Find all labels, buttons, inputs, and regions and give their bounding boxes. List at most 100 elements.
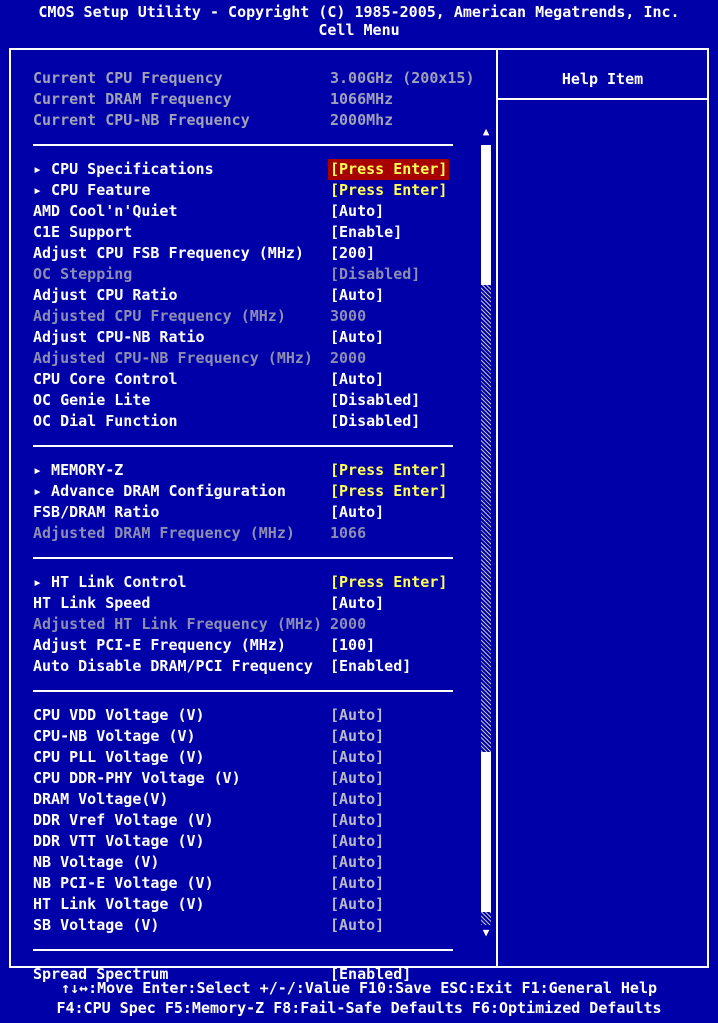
setting-value: [Auto]	[330, 727, 385, 745]
setting-row: DDR Vref Voltage (V) [Auto]	[33, 810, 473, 831]
setting-row[interactable]: ▸ MEMORY-Z [Press Enter]	[33, 460, 473, 481]
setting-label: Adjust PCI-E Frequency (MHz)	[33, 636, 286, 654]
separator	[33, 557, 453, 559]
setting-row[interactable]: Adjust CPU Ratio [Auto]	[33, 285, 473, 306]
setting-label: ▸ HT Link Control	[33, 573, 187, 591]
setting-value[interactable]: [Enabled]	[330, 656, 411, 677]
setting-row[interactable]: CPU Core Control [Auto]	[33, 369, 473, 390]
setting-value: 2000	[330, 615, 367, 633]
setting-label: C1E Support	[33, 223, 133, 241]
setting-label: Adjusted CPU Frequency (MHz)	[33, 307, 286, 325]
info-value: 3.00GHz (200x15)	[330, 69, 475, 87]
setting-label: CPU DDR-PHY Voltage (V)	[33, 769, 241, 787]
setting-value[interactable]: [Disabled]	[330, 411, 420, 432]
setting-value[interactable]: [Disabled]	[330, 390, 420, 411]
setting-value: [Auto]	[330, 790, 385, 808]
setting-row[interactable]: Adjust PCI-E Frequency (MHz) [100]	[33, 635, 473, 656]
setting-value[interactable]: [Press Enter]	[330, 572, 447, 593]
setting-row: NB Voltage (V) [Auto]	[33, 852, 473, 873]
setting-row: CPU VDD Voltage (V) [Auto]	[33, 705, 473, 726]
info-value: 2000Mhz	[330, 111, 394, 129]
info-group: Current CPU Frequency 3.00GHz (200x15) Cur…	[33, 68, 475, 131]
setting-value[interactable]: [Press Enter]	[330, 460, 447, 481]
setting-row[interactable]: C1E Support [Enable]	[33, 222, 473, 243]
cpu-settings-group: ▸ CPU Specifications [Press Enter] ▸ CPU F…	[33, 159, 473, 432]
setting-value[interactable]: [Auto]	[330, 369, 384, 390]
setting-label: NB PCI-E Voltage (V)	[33, 874, 214, 892]
title-bar: CMOS Setup Utility - Copyright (C) 1985-…	[0, 0, 718, 40]
setting-row: HT Link Voltage (V) [Auto]	[33, 894, 473, 915]
scrollbar-thumb[interactable]	[481, 145, 491, 285]
setting-row[interactable]: FSB/DRAM Ratio [Auto]	[33, 502, 473, 523]
setting-row: Adjusted DRAM Frequency (MHz) 1066	[33, 523, 473, 544]
setting-row: CPU DDR-PHY Voltage (V) [Auto]	[33, 768, 473, 789]
separator	[33, 445, 453, 447]
setting-value[interactable]: [Auto]	[330, 201, 384, 222]
scroll-up-arrow-icon[interactable]: ▲	[481, 126, 491, 137]
setting-label: CPU Core Control	[33, 370, 178, 388]
setting-row[interactable]: AMD Cool'n'Quiet [Auto]	[33, 201, 473, 222]
setting-label: Adjust CPU Ratio	[33, 286, 178, 304]
setting-value[interactable]: [Press Enter]	[328, 159, 450, 180]
setting-value: [Auto]	[330, 811, 385, 829]
setting-row[interactable]: HT Link Speed [Auto]	[33, 593, 473, 614]
setting-row[interactable]: ▸ HT Link Control [Press Enter]	[33, 572, 473, 593]
setting-value: [Auto]	[330, 706, 385, 724]
setting-row: DDR VTT Voltage (V) [Auto]	[33, 831, 473, 852]
setting-value[interactable]: [100]	[330, 635, 375, 656]
setting-row: DRAM Voltage(V) [Auto]	[33, 789, 473, 810]
copyright-title: CMOS Setup Utility - Copyright (C) 1985-…	[38, 3, 680, 21]
setting-value: 3000	[330, 307, 367, 325]
setting-row[interactable]: Adjust CPU-NB Ratio [Auto]	[33, 327, 473, 348]
setting-value[interactable]: [Press Enter]	[330, 481, 447, 502]
setting-label: HT Link Voltage (V)	[33, 895, 205, 913]
separator	[33, 949, 453, 951]
setting-label: SB Voltage (V)	[33, 916, 160, 934]
main-panel: Help Item Current CPU Frequency 3.00GHz (…	[9, 48, 709, 983]
setting-label: FSB/DRAM Ratio	[33, 503, 160, 521]
setting-row[interactable]: ▸ CPU Specifications [Press Enter]	[33, 159, 473, 180]
setting-value: [Auto]	[330, 769, 385, 787]
setting-label: ▸ CPU Specifications	[33, 160, 214, 178]
setting-label: OC Dial Function	[33, 412, 178, 430]
info-row: Current CPU-NB Frequency 2000Mhz	[33, 110, 473, 131]
info-label: Current DRAM Frequency	[33, 90, 232, 108]
setting-row[interactable]: ▸ Advance DRAM Configuration [Press Enter…	[33, 481, 473, 502]
setting-value[interactable]: [Enable]	[330, 222, 402, 243]
setting-value[interactable]: [Auto]	[330, 502, 384, 523]
setting-row[interactable]: OC Dial Function [Disabled]	[33, 411, 473, 432]
setting-value[interactable]: [Press Enter]	[330, 180, 447, 201]
separator	[33, 690, 453, 692]
setting-value[interactable]: [200]	[330, 243, 375, 264]
scrollbar-thumb-lower[interactable]	[481, 752, 491, 912]
setting-label: Adjusted HT Link Frequency (MHz)	[33, 615, 322, 633]
memory-settings-group: ▸ MEMORY-Z [Press Enter] ▸ Advance DRAM Co…	[33, 460, 473, 544]
key-help-line-1: ↑↓↔:Move Enter:Select +/-/:Value F10:Sav…	[60, 979, 658, 997]
info-row: Current DRAM Frequency 1066MHz	[33, 89, 473, 110]
menu-title: Cell Menu	[318, 21, 400, 39]
setting-value[interactable]: [Auto]	[330, 327, 384, 348]
setting-label: HT Link Speed	[33, 594, 151, 612]
setting-row: Adjusted CPU Frequency (MHz) 3000	[33, 306, 473, 327]
info-label: Current CPU Frequency	[33, 69, 223, 87]
pane-divider	[496, 50, 498, 966]
setting-row[interactable]: Auto Disable DRAM/PCI Frequency [Enabled]	[33, 656, 473, 677]
setting-row[interactable]: OC Genie Lite [Disabled]	[33, 390, 473, 411]
setting-row[interactable]: ▸ CPU Feature [Press Enter]	[33, 180, 473, 201]
setting-label: ▸ CPU Feature	[33, 181, 151, 199]
setting-row[interactable]: Adjust CPU FSB Frequency (MHz) [200]	[33, 243, 473, 264]
setting-label: Auto Disable DRAM/PCI Frequency	[33, 657, 313, 675]
setting-value: [Auto]	[330, 895, 385, 913]
scroll-down-arrow-icon[interactable]: ▼	[481, 927, 491, 938]
setting-row: CPU-NB Voltage (V) [Auto]	[33, 726, 473, 747]
setting-row: Adjusted HT Link Frequency (MHz) 2000	[33, 614, 473, 635]
setting-value: [Auto]	[330, 748, 385, 766]
setting-value[interactable]: [Auto]	[330, 285, 384, 306]
key-help-footer: ↑↓↔:Move Enter:Select +/-/:Value F10:Sav…	[0, 978, 718, 1018]
setting-label: DRAM Voltage(V)	[33, 790, 169, 808]
help-separator	[498, 98, 707, 100]
setting-value[interactable]: [Auto]	[330, 593, 384, 614]
voltage-settings-group: CPU VDD Voltage (V) [Auto] CPU-NB Voltage …	[33, 705, 473, 936]
setting-label: Adjust CPU FSB Frequency (MHz)	[33, 244, 304, 262]
separator	[33, 144, 453, 146]
